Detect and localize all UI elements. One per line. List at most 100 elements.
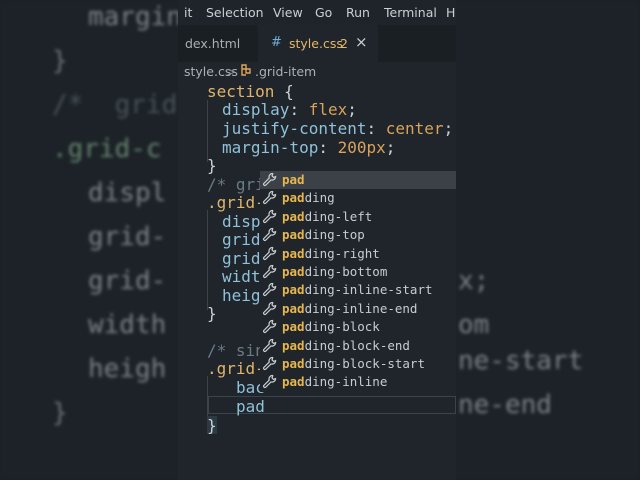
- suggestion-match: pad: [282, 245, 305, 261]
- menu-item-terminal[interactable]: Terminal: [384, 5, 437, 20]
- code-line: display: flex;: [222, 100, 357, 119]
- wrench-icon: [262, 374, 278, 390]
- wrench-icon: [262, 301, 278, 317]
- suggestion-item[interactable]: padding-block-start: [260, 355, 456, 373]
- suggestion-rest: ding: [304, 190, 335, 206]
- suggestion-match: pad: [282, 282, 305, 298]
- tab-bar: dex.html # style.css 2 ×: [178, 25, 456, 62]
- suggestion-match: pad: [282, 319, 305, 335]
- tab-label: dex.html: [185, 36, 241, 51]
- bg-text: om: [458, 310, 490, 340]
- wrench-icon: [262, 338, 278, 354]
- tab-index-html[interactable]: dex.html: [178, 25, 258, 62]
- suggestion-rest: ding-block-start: [304, 356, 425, 371]
- suggestion-match: pad: [282, 227, 305, 243]
- wrench-icon: [262, 264, 278, 280]
- breadcrumb: style.css > .grid-item: [178, 62, 456, 82]
- breadcrumb-symbol[interactable]: .grid-item: [255, 64, 316, 79]
- menu-item-go[interactable]: Go: [315, 5, 332, 20]
- code-line: margin-top: 200px;: [222, 138, 396, 157]
- menu-item-run[interactable]: Run: [346, 5, 370, 20]
- bg-text: /* grid: [52, 90, 178, 120]
- code-selector: section: [207, 82, 275, 101]
- wrench-icon: [262, 227, 278, 243]
- code-line: }: [207, 156, 217, 175]
- code-value: 200px: [337, 138, 386, 157]
- wrench-icon: [262, 246, 278, 262]
- suggestion-match: pad: [282, 190, 305, 206]
- suggestion-item[interactable]: padding-block-end: [260, 337, 456, 355]
- bg-text: }: [52, 398, 68, 428]
- suggestion-match: pad: [282, 172, 305, 187]
- suggestion-rest: ding-bottom: [304, 264, 388, 279]
- suggestion-match: pad: [282, 356, 305, 371]
- suggestion-rest: ding-inline: [304, 374, 388, 390]
- suggestion-item[interactable]: padding: [260, 189, 456, 207]
- suggestion-item[interactable]: padding-inline-start: [260, 281, 456, 299]
- suggestion-match: pad: [282, 300, 305, 316]
- suggestion-match: pad: [282, 374, 305, 390]
- bg-text: grid-: [88, 266, 167, 296]
- code-line: justify-content: center;: [222, 119, 454, 138]
- bg-text: displ: [88, 178, 167, 208]
- suggestion-item[interactable]: padding-inline-end: [260, 300, 456, 318]
- tab-style-css[interactable]: # style.css 2 ×: [258, 25, 378, 62]
- wrench-icon: [262, 172, 278, 188]
- code-line-current: pad: [236, 397, 265, 416]
- code-brace: {: [284, 82, 294, 101]
- css-file-icon: #: [271, 35, 282, 50]
- code-property: margin-top: [222, 138, 319, 157]
- code-property: display: [222, 100, 290, 119]
- menu-item-selection[interactable]: Selection: [206, 5, 264, 20]
- bg-text: grid-: [88, 222, 167, 252]
- code-line: }: [207, 416, 217, 435]
- bg-text: .grid-c: [52, 134, 162, 164]
- suggestion-item[interactable]: pad: [260, 171, 456, 189]
- problems-count-badge: 2: [340, 36, 348, 51]
- chevron-right-icon: >: [226, 64, 237, 79]
- wrench-icon: [262, 319, 278, 335]
- code-value: flex: [308, 100, 348, 119]
- suggestion-rest: ding-right: [304, 245, 380, 261]
- code-line: }: [207, 304, 217, 323]
- suggestion-rest: ding-inline-start: [304, 282, 433, 298]
- suggestion-match: pad: [282, 337, 305, 353]
- wrench-icon: [262, 209, 278, 225]
- suggestion-rest: ding-block-end: [304, 337, 410, 353]
- suggestion-rest: ding-inline-end: [304, 300, 418, 316]
- wrench-icon: [262, 282, 278, 298]
- bg-text: ne-end: [458, 390, 552, 420]
- tab-label: style.css: [289, 36, 343, 51]
- menu-bar: it Selection View Go Run Terminal H: [178, 0, 456, 25]
- indent-guide: [207, 210, 208, 310]
- suggestion-item[interactable]: padding-block: [260, 318, 456, 336]
- autocomplete-suggestions: pad padding padding-left padding-top pad…: [260, 171, 456, 392]
- code-property: justify-content: [222, 119, 367, 138]
- suggestion-rest: ding-block: [304, 319, 380, 335]
- suggestion-item[interactable]: padding-top: [260, 226, 456, 244]
- suggestion-item[interactable]: padding-left: [260, 208, 456, 226]
- bg-text: heigh: [88, 354, 167, 384]
- menu-item-view[interactable]: View: [273, 5, 303, 20]
- wrench-icon: [262, 190, 278, 206]
- bg-text: }: [52, 46, 68, 76]
- suggestion-item[interactable]: padding-right: [260, 245, 456, 263]
- bg-text: x;: [458, 266, 490, 296]
- menu-item-help[interactable]: H: [446, 5, 455, 20]
- close-icon[interactable]: ×: [355, 33, 368, 51]
- bg-text: margin: [88, 2, 182, 32]
- menu-item-edit[interactable]: it: [184, 5, 192, 20]
- suggestion-rest: ding-left: [304, 208, 373, 224]
- suggestion-match: pad: [282, 264, 305, 279]
- code-line: section {: [207, 82, 294, 101]
- suggestion-item[interactable]: padding-bottom: [260, 263, 456, 281]
- symbol-class-icon: [239, 63, 253, 80]
- suggestion-item[interactable]: padding-inline: [260, 373, 456, 391]
- wrench-icon: [262, 356, 278, 372]
- code-value: center: [385, 119, 444, 138]
- suggestion-rest: ding-top: [304, 227, 365, 243]
- bg-text: ne-start: [458, 346, 584, 376]
- suggestion-match: pad: [282, 208, 305, 224]
- bg-text: width: [88, 310, 167, 340]
- indent-guide: [207, 100, 208, 162]
